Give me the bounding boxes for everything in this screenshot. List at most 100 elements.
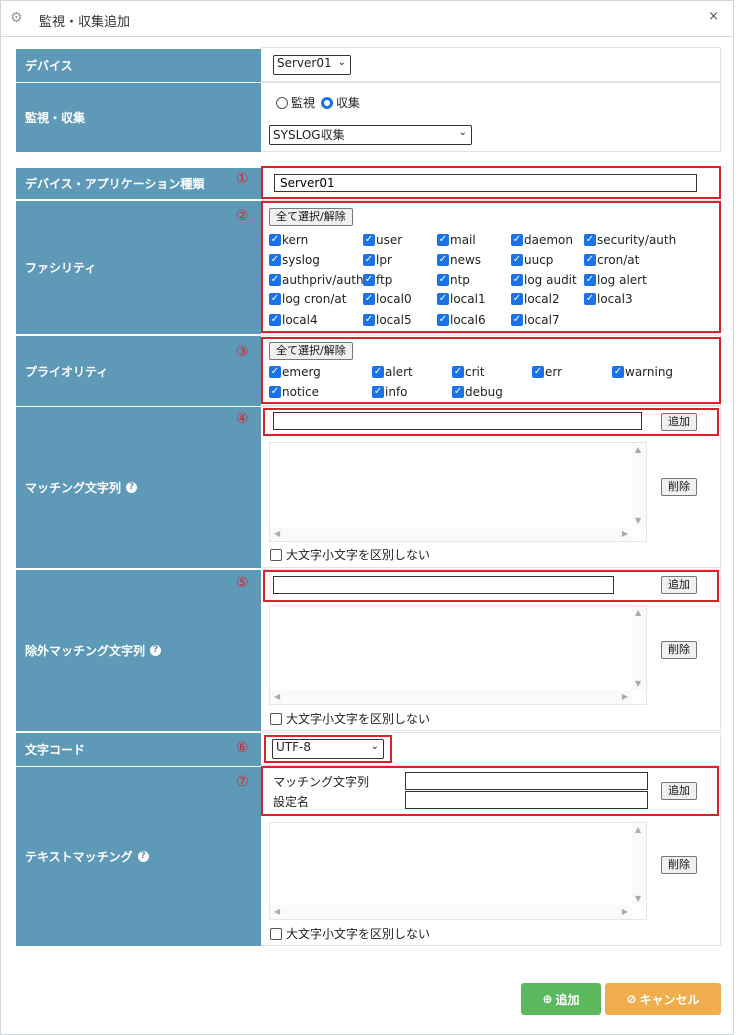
checkbox-unchecked-icon — [270, 548, 282, 561]
facility-checkbox[interactable]: ✓ news — [437, 253, 481, 267]
textmatch-listbox[interactable]: ▲ ▼ ◀ ▶ — [269, 822, 647, 920]
scroll-right-icon[interactable]: ▶ — [622, 692, 628, 701]
checkbox-checked-icon: ✓ — [511, 234, 523, 246]
radio-collect[interactable]: 収集 — [321, 94, 360, 111]
facility-checkbox-label: local3 — [597, 292, 633, 306]
priority-checkbox[interactable]: ✓ err — [532, 365, 562, 379]
textmatch-add-button[interactable]: 追加 — [661, 782, 697, 800]
facility-checkbox[interactable]: ✓ ftp — [363, 273, 392, 287]
facility-checkbox-label: log alert — [597, 273, 647, 287]
scroll-down-icon[interactable]: ▼ — [635, 516, 641, 525]
match-delete-button[interactable]: 削除 — [661, 478, 697, 496]
radio-monitor[interactable]: 監視 — [276, 94, 315, 111]
facility-checkbox[interactable]: ✓ local4 — [269, 313, 318, 327]
scroll-up-icon[interactable]: ▲ — [635, 825, 641, 834]
textmatch-delete-button[interactable]: 削除 — [661, 856, 697, 874]
help-icon[interactable]: ? — [126, 482, 138, 493]
scroll-left-icon[interactable]: ◀ — [274, 907, 280, 916]
marker-2: ② — [236, 208, 249, 224]
priority-checkbox[interactable]: ✓ debug — [452, 385, 503, 399]
facility-checkbox[interactable]: ✓ log alert — [584, 273, 647, 287]
textmatch-field1-label: マッチング文字列 — [273, 775, 370, 789]
checkbox-checked-icon: ✓ — [511, 274, 523, 286]
exclude-delete-button[interactable]: 削除 — [661, 641, 697, 659]
facility-checkbox[interactable]: ✓ syslog — [269, 253, 320, 267]
checkbox-checked-icon: ✓ — [511, 293, 523, 305]
facility-select-all-button[interactable]: 全て選択/解除 — [269, 208, 353, 226]
device-select[interactable]: Server01 ⌄ — [273, 55, 351, 75]
textmatch-name-input[interactable] — [405, 791, 648, 809]
facility-checkbox[interactable]: ✓ ntp — [437, 273, 470, 287]
facility-checkbox[interactable]: ✓ uucp — [511, 253, 553, 267]
facility-checkbox[interactable]: ✓ daemon — [511, 233, 573, 247]
match-input[interactable] — [273, 412, 642, 430]
scroll-right-icon[interactable]: ▶ — [622, 529, 628, 538]
facility-checkbox[interactable]: ✓ mail — [437, 233, 476, 247]
radio-collect-label: 収集 — [336, 96, 361, 110]
priority-checkbox[interactable]: ✓ warning — [612, 365, 673, 379]
checkbox-checked-icon: ✓ — [363, 293, 375, 305]
priority-checkbox[interactable]: ✓ info — [372, 385, 408, 399]
vertical-scrollbar[interactable]: ▲ ▼ — [632, 823, 646, 905]
match-listbox[interactable]: ▲ ▼ ◀ ▶ — [269, 442, 647, 542]
horizontal-scrollbar[interactable]: ◀ ▶ — [270, 905, 632, 919]
add-button[interactable]: ⊕ 追加 — [521, 983, 601, 1015]
scroll-up-icon[interactable]: ▲ — [635, 608, 641, 617]
scroll-left-icon[interactable]: ◀ — [274, 692, 280, 701]
match-case-checkbox[interactable]: 大文字小文字を区別しない — [270, 546, 430, 563]
horizontal-scrollbar[interactable]: ◀ ▶ — [270, 527, 632, 541]
chevron-down-icon: ⌄ — [370, 741, 379, 752]
facility-checkbox[interactable]: ✓ kern — [269, 233, 308, 247]
exclude-input[interactable] — [273, 576, 614, 594]
checkbox-checked-icon: ✓ — [511, 314, 523, 326]
facility-checkbox[interactable]: ✓ log cron/at — [269, 292, 346, 306]
priority-checkbox[interactable]: ✓ crit — [452, 365, 485, 379]
facility-checkbox[interactable]: ✓ local3 — [584, 292, 633, 306]
facility-checkbox[interactable]: ✓ local1 — [437, 292, 486, 306]
priority-select-all-button[interactable]: 全て選択/解除 — [269, 342, 353, 360]
horizontal-scrollbar[interactable]: ◀ ▶ — [270, 690, 632, 704]
exclude-add-button[interactable]: 追加 — [661, 576, 697, 594]
priority-checkbox[interactable]: ✓ notice — [269, 385, 319, 399]
facility-checkbox[interactable]: ✓ local7 — [511, 313, 560, 327]
facility-checkbox[interactable]: ✓ cron/at — [584, 253, 639, 267]
help-icon[interactable]: ? — [150, 645, 162, 656]
vertical-scrollbar[interactable]: ▲ ▼ — [632, 606, 646, 690]
scroll-right-icon[interactable]: ▶ — [622, 907, 628, 916]
facility-checkbox-label: daemon — [524, 233, 573, 247]
facility-checkbox[interactable]: ✓ log audit — [511, 273, 577, 287]
plus-circle-icon: ⊕ — [542, 992, 553, 1006]
scroll-down-icon[interactable]: ▼ — [635, 894, 641, 903]
monitor-cell: 監視 収集 SYSLOG収集 ⌄ — [261, 82, 721, 152]
collect-type-select[interactable]: SYSLOG収集 ⌄ — [269, 125, 472, 145]
facility-checkbox[interactable]: ✓ local6 — [437, 313, 486, 327]
facility-checkbox[interactable]: ✓ local0 — [363, 292, 412, 306]
facility-checkbox[interactable]: ✓ local5 — [363, 313, 412, 327]
scroll-left-icon[interactable]: ◀ — [274, 529, 280, 538]
close-icon[interactable]: × — [708, 9, 719, 24]
textmatch-string-input[interactable] — [405, 772, 648, 790]
exclude-case-checkbox[interactable]: 大文字小文字を区別しない — [270, 710, 430, 727]
textmatch-case-checkbox[interactable]: 大文字小文字を区別しない — [270, 925, 430, 942]
marker-7: ⑦ — [236, 774, 249, 790]
chevron-down-icon: ⌄ — [337, 57, 346, 68]
exclude-listbox[interactable]: ▲ ▼ ◀ ▶ — [269, 605, 647, 705]
facility-checkbox[interactable]: ✓ authpriv/auth — [269, 273, 364, 287]
cancel-button[interactable]: ⊘ キャンセル — [605, 983, 721, 1015]
facility-checkbox[interactable]: ✓ user — [363, 233, 402, 247]
facility-checkbox[interactable]: ✓ local2 — [511, 292, 560, 306]
app-type-input[interactable] — [274, 174, 697, 192]
facility-checkbox[interactable]: ✓ security/auth — [584, 233, 676, 247]
checkbox-checked-icon: ✓ — [269, 234, 281, 246]
facility-checkbox[interactable]: ✓ lpr — [363, 253, 392, 267]
checkbox-checked-icon: ✓ — [372, 366, 384, 378]
charset-select[interactable]: UTF-8 ⌄ — [272, 739, 384, 759]
scroll-up-icon[interactable]: ▲ — [635, 445, 641, 454]
priority-checkbox[interactable]: ✓ alert — [372, 365, 413, 379]
vertical-scrollbar[interactable]: ▲ ▼ — [632, 443, 646, 527]
facility-checkbox-label: mail — [450, 233, 476, 247]
help-icon[interactable]: ? — [137, 851, 149, 862]
priority-checkbox[interactable]: ✓ emerg — [269, 365, 321, 379]
match-add-button[interactable]: 追加 — [661, 413, 697, 431]
scroll-down-icon[interactable]: ▼ — [635, 679, 641, 688]
